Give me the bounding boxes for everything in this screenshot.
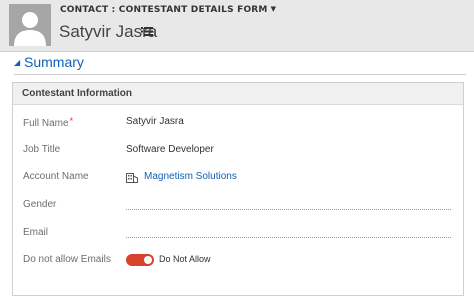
section-title[interactable]: Summary <box>24 54 84 70</box>
field-label: Job Title <box>23 144 61 155</box>
job-title-value[interactable]: Software Developer <box>126 144 214 155</box>
section-divider <box>14 74 466 75</box>
toggle-label: Do Not Allow <box>159 254 211 264</box>
panel-title: Contestant Information <box>13 83 463 105</box>
chevron-down-icon: ▼ <box>270 5 277 13</box>
gender-input[interactable] <box>126 209 451 210</box>
field-job-title: Job Title Software Developer <box>13 140 463 164</box>
list-menu-icon[interactable] <box>141 27 153 36</box>
field-do-not-allow-emails: Do not allow Emails Do Not Allow <box>13 250 463 274</box>
field-label: Do not allow Emails <box>23 254 111 265</box>
field-label: Account Name <box>23 171 89 182</box>
collapse-triangle-icon[interactable]: ◢ <box>14 58 20 67</box>
field-full-name: Full Name* Satyvir Jasra <box>13 112 463 136</box>
account-building-icon <box>126 173 138 183</box>
full-name-value[interactable]: Satyvir Jasra <box>126 116 184 127</box>
field-email: Email <box>13 223 463 247</box>
form-selector[interactable]: CONTACT : CONTESTANT DETAILS FORM ▼ <box>60 5 276 15</box>
field-label: Gender <box>23 199 57 210</box>
do-not-allow-emails-toggle[interactable] <box>126 254 154 266</box>
field-account-name: Account Name Magnetism Solutions <box>13 167 463 191</box>
required-indicator: * <box>69 116 74 126</box>
form-selector-label: CONTACT : CONTESTANT DETAILS FORM <box>60 5 268 15</box>
field-label: Full Name* <box>23 116 74 129</box>
avatar[interactable] <box>9 4 51 46</box>
email-field[interactable] <box>126 237 451 238</box>
field-label: Email <box>23 227 49 238</box>
person-silhouette-icon <box>9 4 51 46</box>
contestant-information-panel: Contestant Information Full Name* Satyvi… <box>12 82 464 296</box>
field-gender: Gender <box>13 195 463 219</box>
account-name-link[interactable]: Magnetism Solutions <box>144 171 237 182</box>
toggle-knob <box>144 256 152 264</box>
record-header: CONTACT : CONTESTANT DETAILS FORM ▼ Satyv… <box>0 0 474 52</box>
